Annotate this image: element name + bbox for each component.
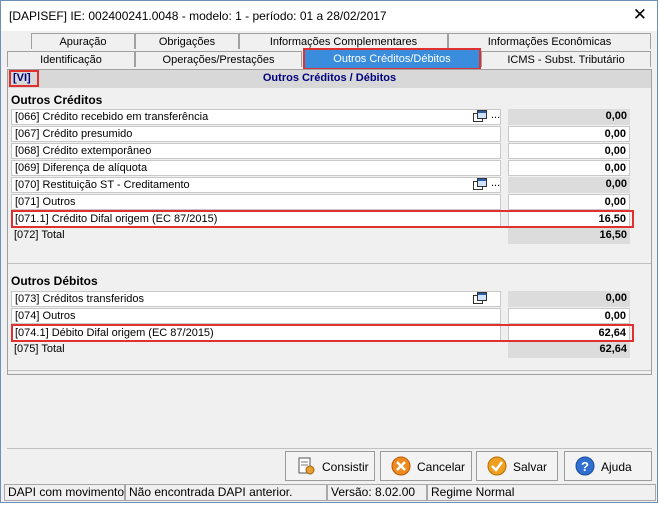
row-value-input[interactable]: 0,00 bbox=[508, 308, 630, 324]
row-value: 0,00 bbox=[508, 109, 630, 125]
content-panel: Outros Créditos / Débitos [VI] Outros Cr… bbox=[7, 69, 652, 375]
lookup-dots[interactable]: ... bbox=[491, 109, 500, 121]
row-label: [070] Restituição ST - Creditamento bbox=[11, 177, 501, 193]
status-movimento: DAPI com movimento bbox=[4, 484, 125, 501]
row-label: [066] Crédito recebido em transferência bbox=[11, 109, 501, 125]
tab-informacoes-complementares[interactable]: Informações Complementares bbox=[239, 33, 448, 49]
row-value: 62,64 bbox=[508, 342, 630, 358]
document-check-icon bbox=[298, 457, 315, 475]
help-label: Ajuda bbox=[601, 460, 632, 474]
row-075-total: [075] Total 62,64 bbox=[11, 342, 645, 359]
row-073: [073] Créditos transferidos 0,00 bbox=[11, 291, 645, 308]
title-bar: [DAPISEF] IE: 002400241.0048 - modelo: 1… bbox=[1, 1, 657, 31]
row-label: [071] Outros bbox=[11, 194, 501, 210]
consistir-label: Consistir bbox=[322, 460, 369, 474]
row-value: 0,00 bbox=[508, 177, 630, 193]
tab-identificacao[interactable]: Identificação bbox=[7, 51, 135, 67]
tab-icms-subst-tributario[interactable]: ICMS - Subst. Tributário bbox=[481, 51, 651, 67]
close-icon[interactable]: ✕ bbox=[633, 5, 647, 25]
tab-row-bottom: Identificação Operações/Prestações Outro… bbox=[7, 48, 652, 70]
lookup-icon[interactable] bbox=[473, 110, 487, 122]
save-label: Salvar bbox=[513, 460, 548, 474]
dapi-window: [DAPISEF] IE: 002400241.0048 - modelo: 1… bbox=[0, 0, 658, 503]
tab-operacoes-prestacoes[interactable]: Operações/Prestações bbox=[135, 51, 302, 67]
row-067: [067] Crédito presumido 0,00 bbox=[11, 126, 645, 143]
row-072-total: [072] Total 16,50 bbox=[11, 228, 645, 245]
row-066: [066] Crédito recebido em transferência … bbox=[11, 109, 645, 126]
save-button[interactable]: Salvar bbox=[476, 451, 558, 481]
help-icon: ? bbox=[575, 456, 595, 476]
tab-informacoes-economicas[interactable]: Informações Econômicas bbox=[448, 33, 651, 49]
cancel-label: Cancelar bbox=[417, 460, 466, 474]
divider bbox=[8, 263, 651, 264]
creditos-title: Outros Créditos bbox=[11, 93, 103, 107]
row-value-input[interactable]: 0,00 bbox=[508, 126, 630, 142]
row-value: 16,50 bbox=[508, 228, 630, 244]
row-068: [068] Crédito extemporâneo 0,00 bbox=[11, 143, 645, 160]
row-074: [074] Outros 0,00 bbox=[11, 308, 645, 325]
section-title: Outros Créditos / Débitos bbox=[262, 72, 397, 84]
lookup-dots[interactable]: ... bbox=[491, 177, 500, 189]
row-label: [072] Total bbox=[11, 228, 501, 244]
section-header: Outros Créditos / Débitos [VI] bbox=[8, 70, 651, 88]
divider bbox=[8, 370, 651, 371]
row-069: [069] Diferença de alíquota 0,00 bbox=[11, 160, 645, 177]
svg-text:?: ? bbox=[581, 459, 589, 474]
row-label: [069] Diferença de alíquota bbox=[11, 160, 501, 176]
tab-apuracao[interactable]: Apuração bbox=[31, 33, 135, 49]
status-bar: DAPI com movimento Não encontrada DAPI a… bbox=[4, 484, 656, 501]
status-versao: Versão: 8.02.00 bbox=[327, 484, 427, 501]
tab-outros-creditos-debitos[interactable]: Outros Créditos/Débitos bbox=[303, 48, 481, 70]
row-value-input[interactable]: 0,00 bbox=[508, 194, 630, 210]
row-label: [068] Crédito extemporâneo bbox=[11, 143, 501, 159]
status-regime: Regime Normal bbox=[427, 484, 656, 501]
highlight-box bbox=[11, 324, 634, 342]
consistir-button[interactable]: Consistir bbox=[285, 451, 375, 481]
row-070: [070] Restituição ST - Creditamento ... … bbox=[11, 177, 645, 194]
checkmark-icon bbox=[487, 456, 507, 476]
window-title: [DAPISEF] IE: 002400241.0048 - modelo: 1… bbox=[9, 9, 387, 23]
button-bar-divider bbox=[7, 448, 652, 449]
cancel-button[interactable]: Cancelar bbox=[380, 451, 472, 481]
lookup-icon[interactable] bbox=[473, 178, 487, 190]
tab-obrigacoes[interactable]: Obrigações bbox=[135, 33, 239, 49]
row-label: [075] Total bbox=[11, 342, 501, 358]
row-label: [074] Outros bbox=[11, 308, 501, 324]
lookup-icon[interactable] bbox=[473, 292, 487, 304]
debitos-title: Outros Débitos bbox=[11, 274, 98, 288]
row-value-input[interactable]: 0,00 bbox=[508, 143, 630, 159]
section-number: [VI] bbox=[9, 70, 39, 87]
row-label: [073] Créditos transferidos bbox=[11, 291, 501, 307]
highlight-box bbox=[11, 210, 634, 228]
row-label: [067] Crédito presumido bbox=[11, 126, 501, 142]
status-dapi-anterior: Não encontrada DAPI anterior. bbox=[125, 484, 327, 501]
cancel-icon bbox=[391, 456, 411, 476]
row-value-input[interactable]: 0,00 bbox=[508, 160, 630, 176]
row-value: 0,00 bbox=[508, 291, 630, 307]
row-071: [071] Outros 0,00 bbox=[11, 194, 645, 211]
help-button[interactable]: ? Ajuda bbox=[564, 451, 652, 481]
